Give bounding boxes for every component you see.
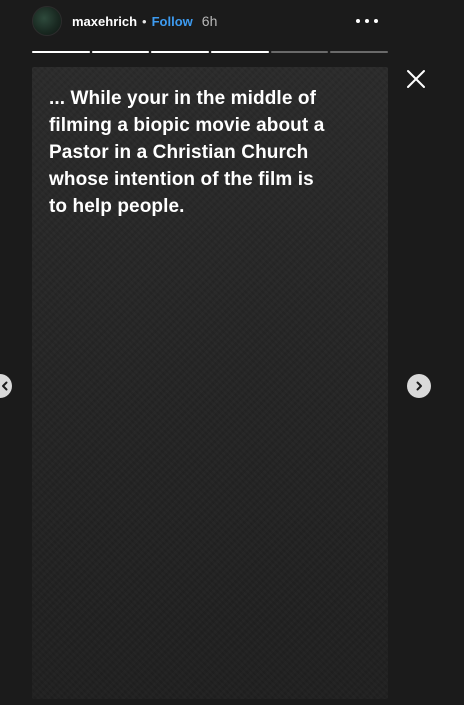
username[interactable]: maxehrich (72, 14, 137, 29)
post-time: 6h (201, 13, 218, 29)
chevron-right-icon (416, 381, 422, 391)
story-text-line: Pastor in a Christian Church (49, 142, 309, 163)
story-text-line: ... While your in the middle of (49, 88, 316, 109)
progress-segment (330, 51, 389, 53)
progress-segment (151, 51, 210, 53)
story-text: ... While your in the middle of filming … (49, 85, 379, 220)
progress-segment (270, 51, 329, 53)
progress-segment (32, 51, 90, 53)
close-icon[interactable] (405, 68, 427, 90)
progress-segment (211, 51, 269, 53)
next-story-button[interactable] (407, 374, 431, 398)
separator-dot: • (142, 13, 147, 29)
story-viewer: maxehrich • Follow 6h ... While your in … (0, 0, 464, 705)
follow-button[interactable]: Follow (152, 14, 193, 29)
chevron-left-icon (2, 381, 8, 391)
progress-segment (91, 51, 150, 53)
previous-story-button[interactable] (0, 374, 12, 398)
more-options-icon[interactable] (356, 17, 378, 25)
story-text-line: filming a biopic movie about a (49, 115, 325, 136)
story-text-line: whose intention of the film is (49, 169, 314, 190)
story-content[interactable]: ... While your in the middle of filming … (32, 67, 388, 699)
avatar[interactable] (32, 6, 62, 36)
story-text-line: to help people. (49, 196, 185, 217)
story-header: maxehrich • Follow 6h (32, 6, 388, 36)
story-progress-bar (32, 51, 389, 53)
